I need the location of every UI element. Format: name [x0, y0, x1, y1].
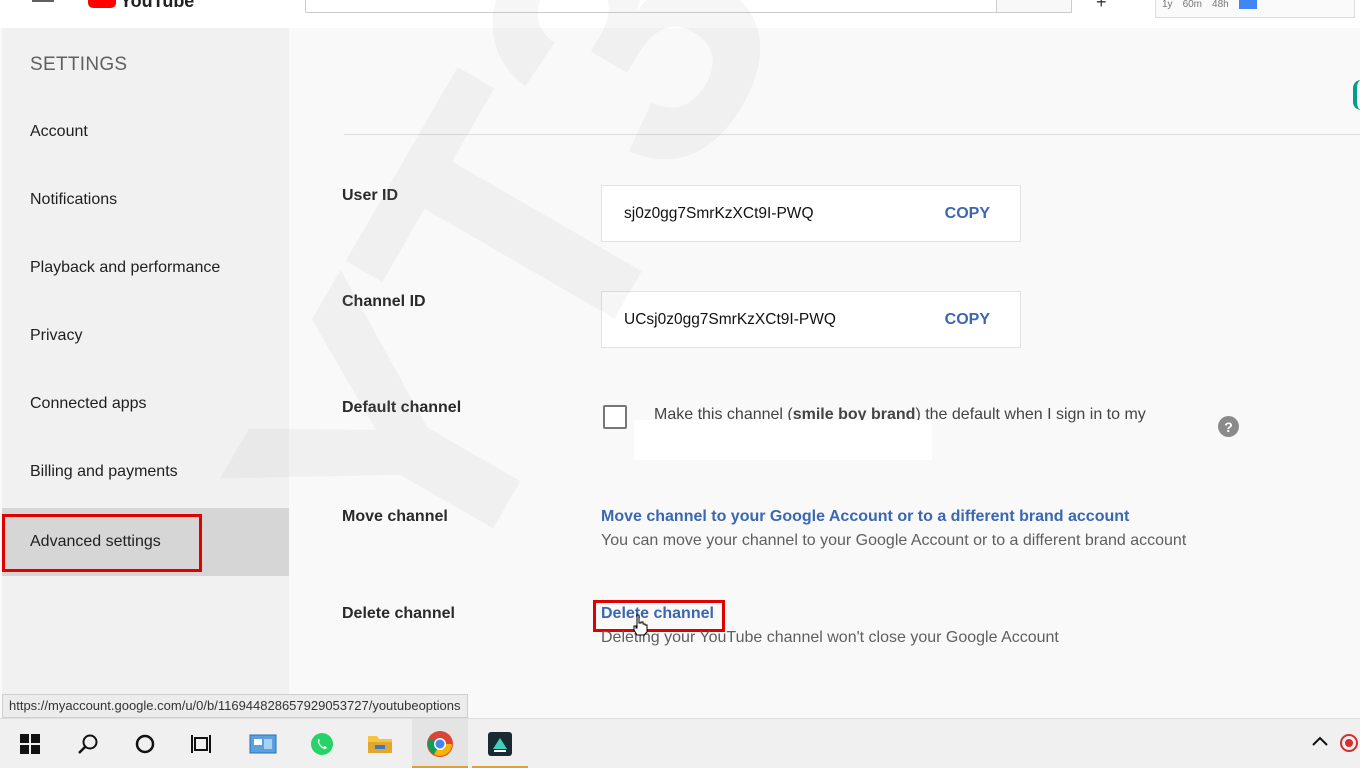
record-icon[interactable] — [1340, 734, 1358, 757]
create-icon[interactable]: + — [1096, 0, 1107, 13]
ext-item-48h[interactable]: 48h — [1212, 0, 1229, 17]
chevron-up-icon[interactable] — [1311, 734, 1329, 753]
status-url: https://myaccount.google.com/u/0/b/11694… — [2, 694, 468, 718]
sidebar-item-notifications[interactable]: Notifications — [2, 166, 289, 234]
help-icon[interactable]: ? — [1218, 416, 1239, 437]
settings-sidebar: SETTINGS Account Notifications Playback … — [2, 28, 289, 718]
task-view-icon[interactable] — [174, 719, 230, 768]
highlight-box-delete — [593, 600, 725, 632]
sidebar-item-account[interactable]: Account — [2, 98, 289, 166]
sidebar-item-label: Playback and performance — [30, 259, 221, 276]
copy-user-id-button[interactable]: COPY — [945, 205, 990, 223]
section-divider — [344, 134, 1360, 135]
youtube-header: YouTube + 1y 60m 48h — [0, 0, 1360, 28]
channel-id-field: UCsj0z0gg7SmrKzXCt9I-PWQ COPY — [601, 291, 1021, 348]
move-channel-link[interactable]: Move channel to your Google Account or t… — [601, 508, 1129, 526]
menu-icon[interactable] — [32, 0, 56, 4]
highlight-box-advanced — [2, 514, 202, 572]
user-id-label: User ID — [342, 187, 399, 204]
hand-cursor-icon — [633, 614, 648, 636]
user-id-field: sj0z0gg7SmrKzXCt9I-PWQ COPY — [601, 185, 1021, 242]
filmora-icon[interactable] — [472, 719, 528, 768]
default-text-after: ) the default when I sign in to my — [915, 406, 1146, 423]
whatsapp-icon[interactable] — [294, 719, 350, 768]
watermark-edge — [1353, 80, 1360, 110]
youtube-play-icon — [88, 0, 116, 8]
control-panel-icon[interactable] — [235, 719, 291, 768]
move-channel-label: Move channel — [342, 508, 448, 525]
extension-icon[interactable] — [1238, 0, 1257, 9]
sidebar-item-privacy[interactable]: Privacy — [2, 302, 289, 370]
move-channel-description: You can move your channel to your Google… — [601, 532, 1187, 549]
sidebar-item-playback[interactable]: Playback and performance — [2, 234, 289, 302]
sidebar-item-label: Account — [30, 123, 88, 140]
sidebar-item-connected-apps[interactable]: Connected apps — [2, 370, 289, 438]
cortana-icon[interactable] — [117, 719, 173, 768]
search-button[interactable] — [996, 0, 1072, 13]
search-icon[interactable] — [60, 719, 116, 768]
overlay-patch — [634, 420, 932, 460]
sidebar-heading: SETTINGS — [30, 54, 128, 75]
user-id-value: sj0z0gg7SmrKzXCt9I-PWQ — [624, 204, 814, 222]
windows-taskbar — [0, 718, 1360, 768]
ext-item-1y[interactable]: 1y — [1162, 0, 1173, 17]
windows-start-icon[interactable] — [2, 719, 58, 768]
search-input[interactable] — [305, 0, 997, 13]
advanced-settings-panel: User ID sj0z0gg7SmrKzXCt9I-PWQ COPY Chan… — [289, 28, 1360, 718]
screen: YouTube + 1y 60m 48h SETTINGS Account No… — [0, 0, 1360, 768]
sidebar-item-label: Privacy — [30, 327, 83, 344]
sidebar-item-label: Notifications — [30, 191, 118, 208]
youtube-logo[interactable]: YouTube — [88, 0, 194, 8]
sidebar-item-billing[interactable]: Billing and payments — [2, 438, 289, 506]
default-channel-label: Default channel — [342, 399, 462, 416]
chrome-icon[interactable] — [412, 719, 468, 768]
channel-id-label: Channel ID — [342, 293, 426, 310]
ext-item-60m[interactable]: 60m — [1183, 0, 1202, 17]
file-explorer-icon[interactable] — [352, 719, 408, 768]
sidebar-item-label: Billing and payments — [30, 463, 178, 480]
sidebar-item-label: Connected apps — [30, 395, 147, 412]
default-channel-checkbox[interactable] — [603, 405, 627, 429]
channel-id-value: UCsj0z0gg7SmrKzXCt9I-PWQ — [624, 310, 836, 328]
youtube-logo-text: YouTube — [120, 0, 194, 8]
browser-extension-bar[interactable]: 1y 60m 48h — [1155, 0, 1355, 18]
delete-channel-description: Deleting your YouTube channel won't clos… — [601, 629, 1059, 646]
copy-channel-id-button[interactable]: COPY — [945, 311, 990, 329]
delete-channel-label: Delete channel — [342, 605, 455, 622]
